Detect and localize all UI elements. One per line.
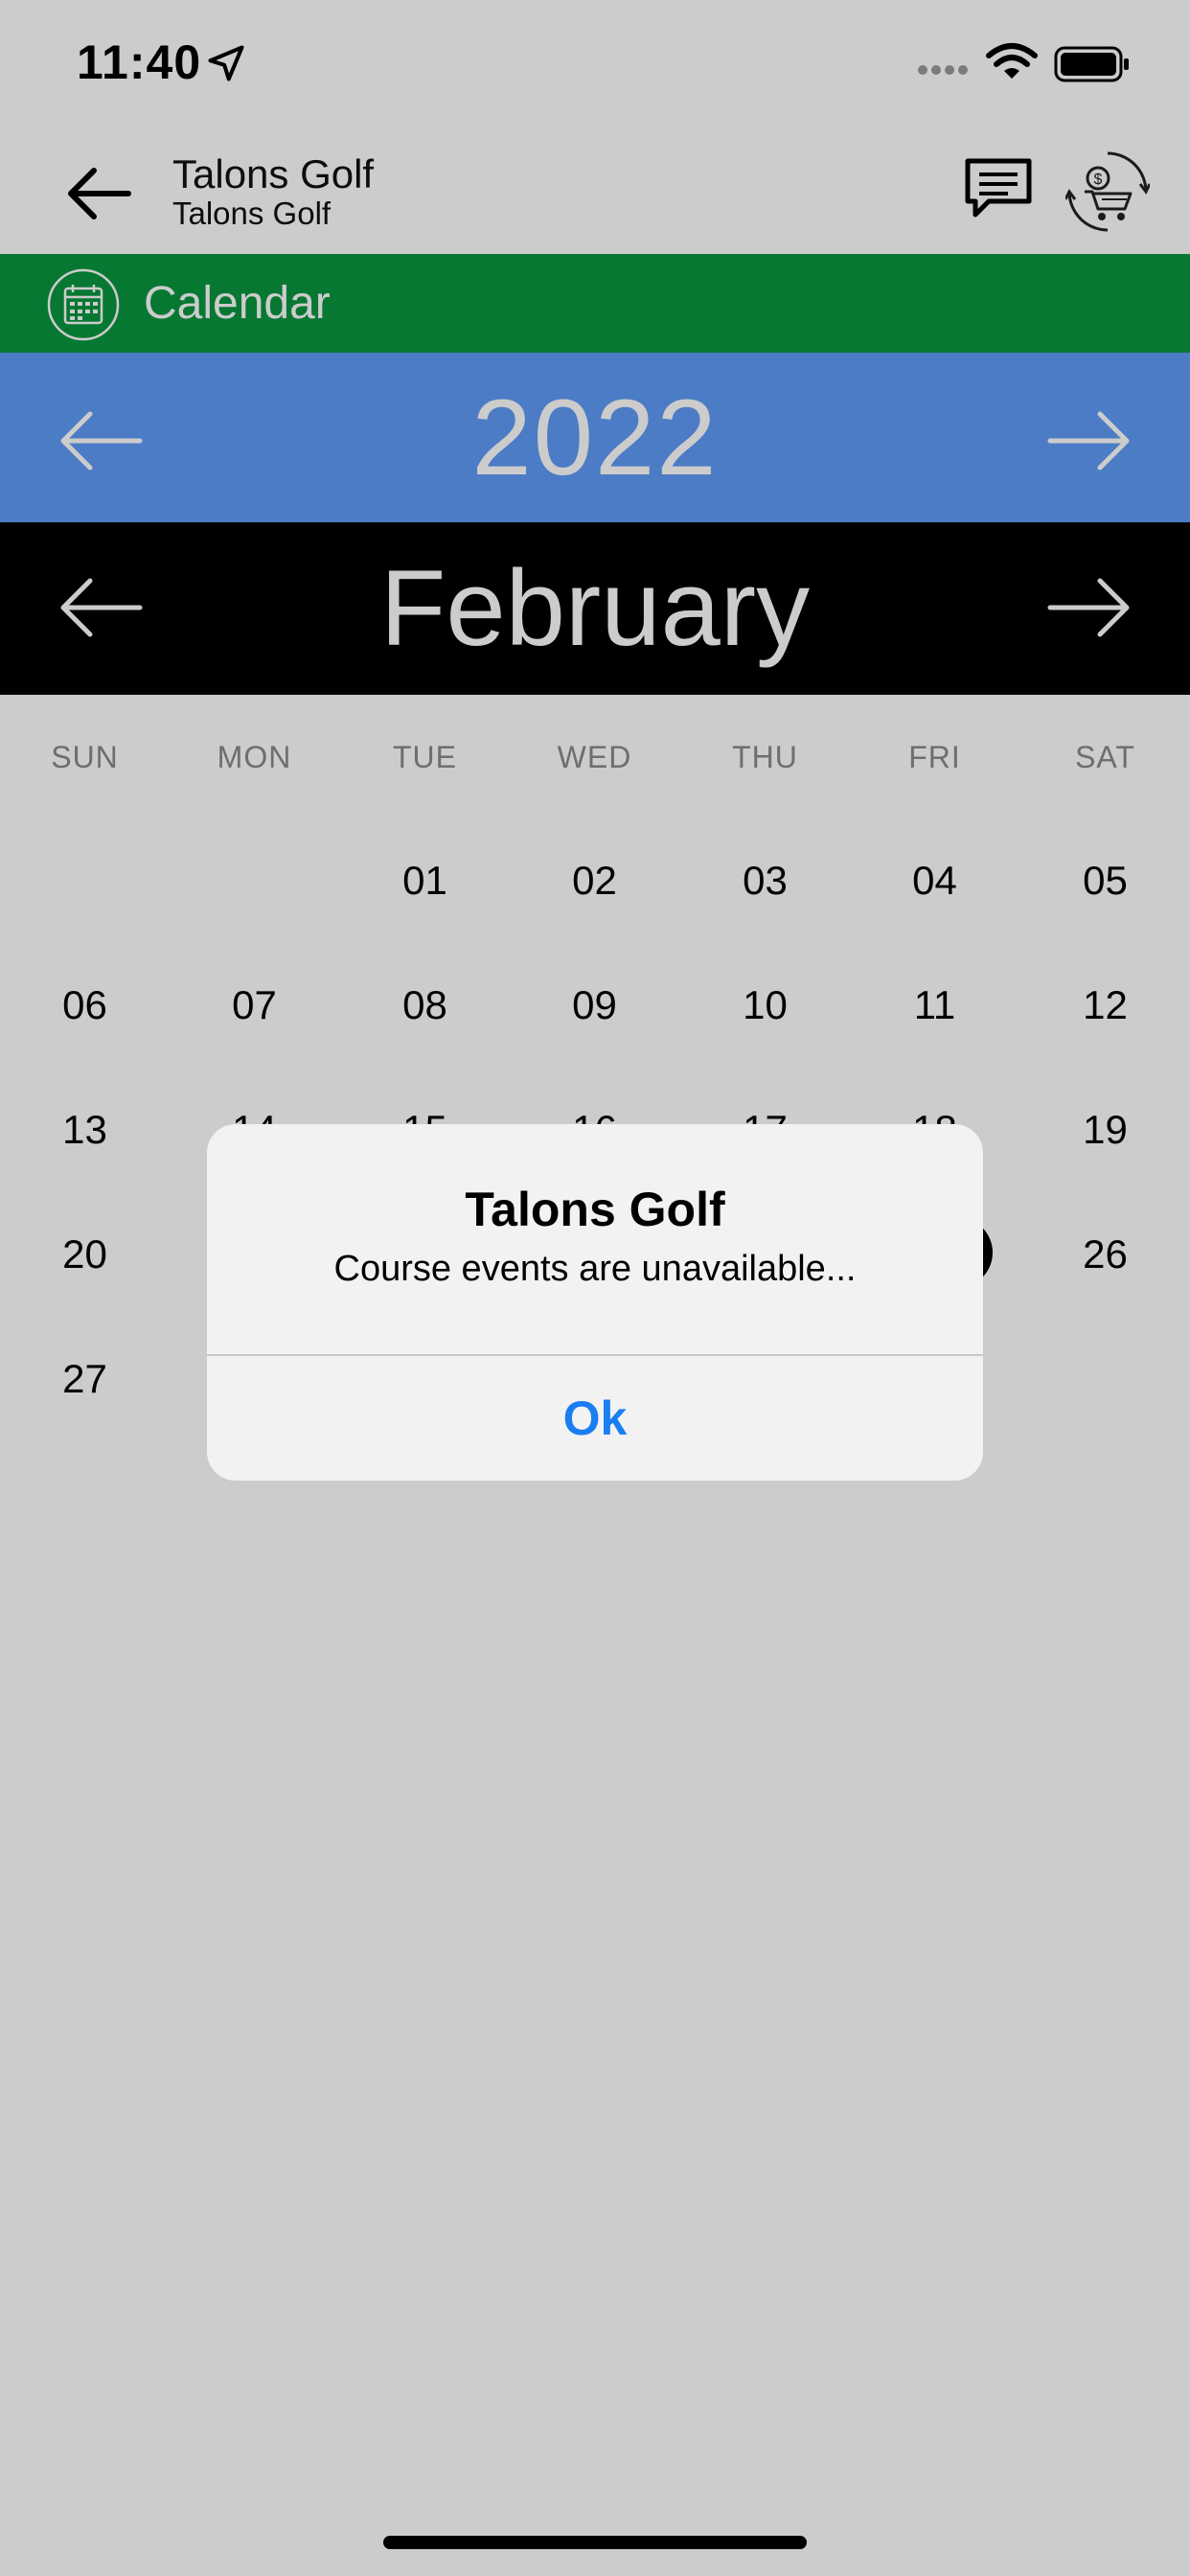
home-indicator — [383, 2536, 807, 2549]
alert-title: Talons Golf — [465, 1183, 725, 1236]
alert-message: Course events are unavailable... — [333, 1249, 857, 1289]
alert-ok-button[interactable]: Ok — [207, 1356, 983, 1481]
alert-dialog: Talons Golf Course events are unavailabl… — [207, 1124, 983, 1481]
